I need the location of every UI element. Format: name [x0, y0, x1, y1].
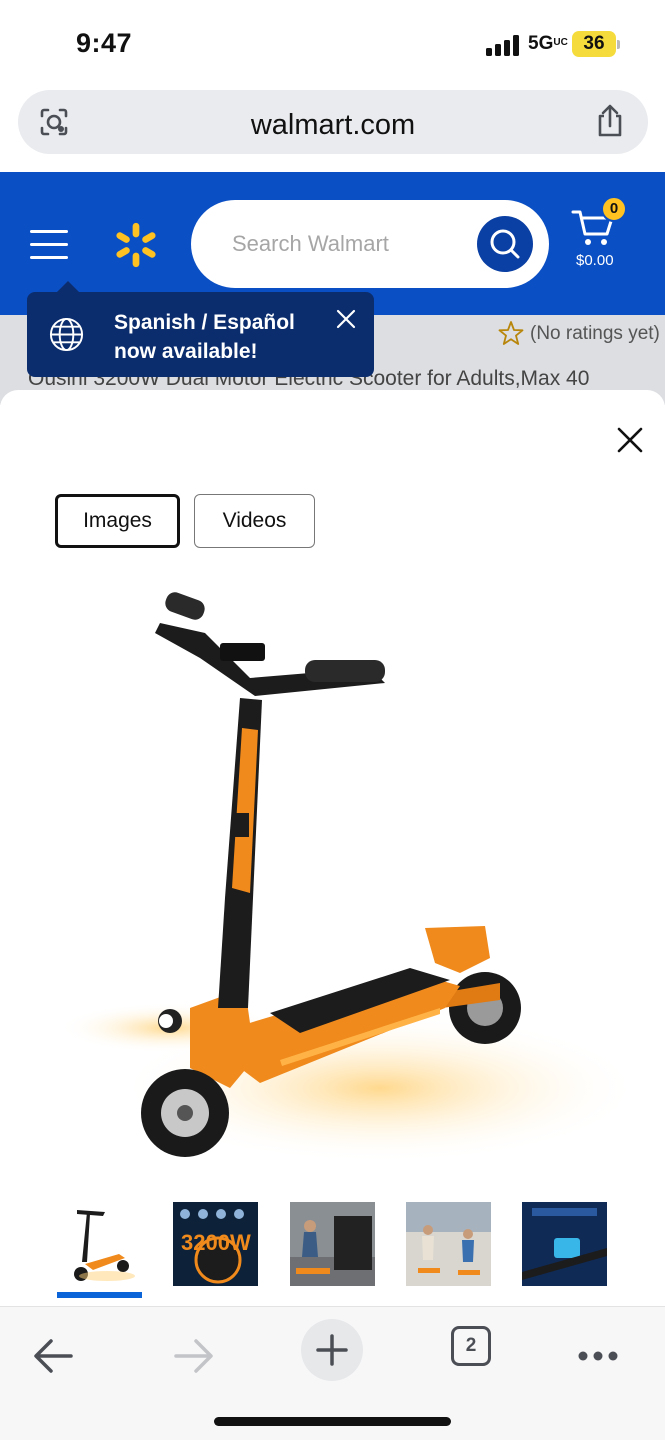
search-icon: [490, 229, 520, 259]
main-product-image[interactable]: [30, 588, 630, 1178]
battery-tip: [617, 40, 620, 49]
thumb-lcd-display[interactable]: [522, 1202, 607, 1286]
cart-count-badge: 0: [601, 196, 627, 222]
back-button[interactable]: [23, 1319, 85, 1381]
thumb-motor-power[interactable]: 3200W: [173, 1202, 258, 1286]
tab-videos[interactable]: Videos: [194, 494, 315, 548]
tab-images[interactable]: Images: [55, 494, 180, 548]
more-button[interactable]: [567, 1319, 629, 1381]
new-tab-button[interactable]: [301, 1319, 363, 1381]
close-icon[interactable]: [614, 424, 646, 456]
star-icon: [498, 321, 524, 345]
hamburger-menu-icon[interactable]: [30, 230, 68, 260]
search-input[interactable]: Search Walmart: [191, 200, 549, 288]
browser-toolbar: 2: [0, 1306, 665, 1440]
close-icon[interactable]: [333, 306, 359, 332]
network-label: 5GUC: [528, 33, 568, 54]
signal-icon: [486, 34, 522, 56]
search-button[interactable]: [477, 216, 533, 272]
rating-text: (No ratings yet): [530, 323, 660, 344]
address-bar[interactable]: walmart.com: [18, 90, 648, 154]
media-gallery-modal: Images Videos 3200W: [0, 390, 665, 1306]
share-icon[interactable]: [594, 104, 626, 138]
tooltip-line-1: Spanish / Español: [114, 311, 295, 334]
address-bar-container: walmart.com: [0, 80, 665, 172]
thumb-scooter-side[interactable]: [57, 1202, 142, 1286]
battery-icon: 36: [572, 31, 616, 57]
search-placeholder: Search Walmart: [232, 231, 389, 256]
thumb-riders-city[interactable]: [406, 1202, 491, 1286]
cart-button[interactable]: 0 $0.00: [570, 196, 630, 276]
forward-button[interactable]: [162, 1319, 224, 1381]
ellipsis-icon: [578, 1351, 618, 1361]
tooltip-message: Spanish / Español now available!: [114, 308, 324, 366]
plus-icon: [316, 1334, 348, 1366]
language-tooltip: Spanish / Español now available!: [27, 292, 374, 377]
home-indicator: [214, 1417, 451, 1426]
walmart-spark-logo[interactable]: [112, 220, 160, 270]
arrow-left-icon: [34, 1339, 73, 1373]
arrow-right-icon: [174, 1339, 213, 1373]
tooltip-line-2: now available!: [114, 340, 258, 363]
globe-icon: [49, 317, 84, 352]
status-bar: 9:47 5GUC 36: [0, 0, 665, 80]
thumb-riding-features[interactable]: [290, 1202, 375, 1286]
url-text[interactable]: walmart.com: [18, 109, 648, 142]
thumb-power-text: 3200W: [181, 1230, 251, 1255]
cart-total: $0.00: [576, 252, 614, 269]
status-time: 9:47: [76, 28, 133, 58]
selected-thumbnail-indicator: [57, 1292, 142, 1298]
tabs-count-button[interactable]: 2: [451, 1326, 491, 1366]
thumbnail-strip: 3200W: [0, 1198, 665, 1298]
